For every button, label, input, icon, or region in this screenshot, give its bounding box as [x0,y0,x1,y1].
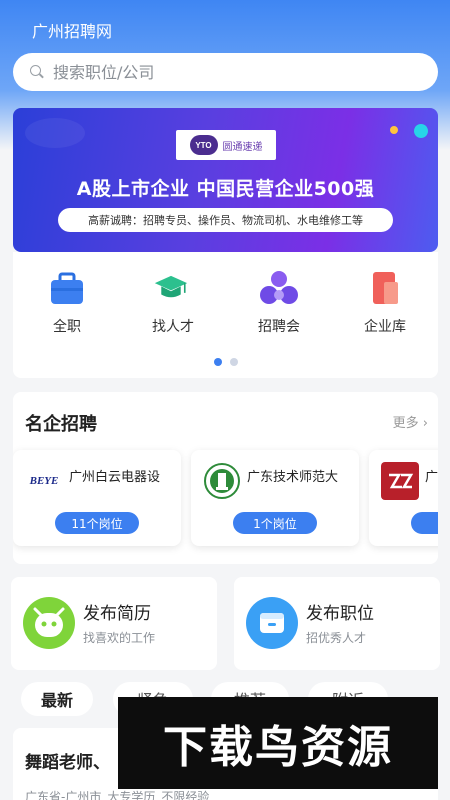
banner-company-logo: YTO 圆通速递 [176,130,276,160]
company-card[interactable]: 广 2 [369,450,438,546]
job-education: 大专学历 [107,790,156,800]
job-experience: 不限经验 [161,790,210,800]
tab-latest[interactable]: 最新 [21,682,93,716]
face-icon [23,597,75,649]
more-label: 更多 [392,416,419,431]
action-subtitle: 找喜欢的工作 [83,631,156,645]
app-title: 广州招聘网 [32,22,113,41]
yto-logo-mark: YTO [189,135,218,155]
company-jobs-button[interactable]: 1个岗位 [233,512,317,534]
folder-icon [246,597,298,649]
briefcase-icon [50,270,84,306]
quick-nav-label: 全职 [53,319,81,335]
banner-subline: 高薪诚聘：招聘专员、操作员、物流司机、水电维修工等 [58,208,393,232]
watermark-text: 下载鸟资源 [163,722,393,773]
building-icon [368,270,402,306]
job-title: 舞蹈老师、 [25,753,110,773]
promo-banner[interactable]: YTO 圆通速递 A股上市企业 中国民营企业500强 高薪诚聘：招聘专员、操作员… [13,108,438,252]
chevron-right-icon: › [422,416,428,431]
company-name: 广州白云电器设 [69,470,161,485]
company-logo-text: BEYE [29,475,59,487]
quick-nav-fulltime[interactable]: 全职 [27,270,107,336]
job-location: 广东省-广州市 [25,790,102,800]
post-job-card[interactable]: 发布职位 招优秀人才 [234,577,440,670]
quick-nav-find-talent[interactable]: 找人才 [133,270,213,336]
banner-decoration-dot [414,124,428,138]
banner-decoration-dot [390,126,398,134]
company-logo: BEYE [25,462,63,500]
quick-nav-label: 找人才 [152,319,194,335]
action-title: 发布职位 [306,604,374,624]
banner-headline: A股上市企业 中国民营企业500强 [76,178,375,200]
watermark: 下载鸟资源 [118,697,438,789]
company-logo [381,462,419,500]
banner-decoration [25,118,85,148]
search-icon [29,64,45,80]
quick-nav: 全职 找人才 招聘会 企业库 [13,252,438,378]
quick-nav-label: 企业库 [364,319,406,335]
banner-logo-name: 圆通速递 [222,141,263,153]
pager-dot [229,358,238,366]
more-link[interactable]: 更多 › [393,412,428,431]
action-subtitle: 招优秀人才 [306,631,367,645]
section-title: 名企招聘 [25,414,97,435]
university-seal-icon [203,462,241,500]
company-jobs-button[interactable]: 11个岗位 [55,512,139,534]
graduation-cap-icon [154,270,190,306]
quick-nav-job-fair[interactable]: 招聘会 [239,270,319,336]
company-jobs-button[interactable]: 2 [411,512,438,534]
quick-nav-company-library[interactable]: 企业库 [345,270,425,336]
post-resume-card[interactable]: 发布简历 找喜欢的工作 [11,577,217,670]
quick-nav-label: 招聘会 [258,319,300,335]
search-input[interactable] [53,62,393,82]
famous-companies-section: 名企招聘 更多 › BEYE 广州白云电器设 11个岗位 广东技术师范大 1个岗… [13,392,438,564]
search-bar[interactable] [13,53,438,91]
pager-dot [213,358,222,366]
pager-dots [13,358,438,366]
action-title: 发布简历 [83,604,151,624]
company-card[interactable]: BEYE 广州白云电器设 11个岗位 [13,450,181,546]
job-meta: 广东省-广州市 大专学历 不限经验 [25,788,209,800]
company-name: 广东技术师范大 [247,470,339,485]
company-card[interactable]: 广东技术师范大 1个岗位 [191,450,359,546]
company-name: 广 [425,470,438,485]
people-group-icon [260,270,298,306]
